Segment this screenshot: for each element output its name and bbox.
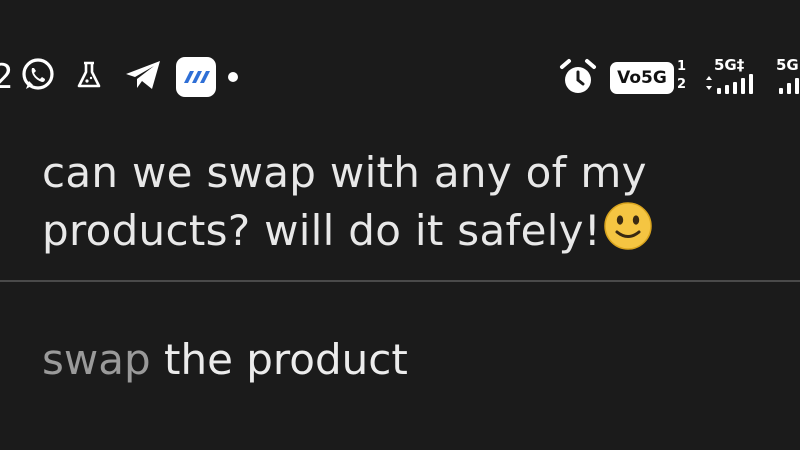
compose-input[interactable]: swap the product: [42, 333, 408, 387]
notification-icons: 2: [0, 48, 238, 106]
message-line-1: can we swap with any of my: [42, 148, 647, 197]
alarm-icon: [558, 58, 598, 102]
system-status-icons: Vo5G 1 2 5G‡ 5G: [556, 48, 800, 106]
notification-count: 2: [0, 57, 14, 97]
volte-badge: Vo5G: [610, 62, 674, 94]
message-line-2-row: products? will do it safely!: [42, 201, 762, 265]
flask-icon: [76, 60, 102, 94]
sim-1-label: 1: [677, 59, 687, 74]
telegram-icon: [124, 59, 162, 95]
compose-rest-text: the product: [150, 335, 408, 384]
app-icon: [175, 57, 216, 97]
sim-indicator: 1 2: [677, 58, 686, 94]
status-bar: 2 Vo5G 1 2 5G‡ 5G: [0, 48, 800, 106]
network-type-2: 5G: [776, 56, 799, 74]
message-line-2: products? will do it safely!: [42, 206, 601, 255]
compose-first-word: swap: [42, 335, 151, 384]
signal-strength-1-icon: [704, 74, 764, 100]
network-type-1: 5G‡: [714, 56, 745, 74]
more-dot-icon: [227, 72, 238, 82]
signal-strength-2-icon: [776, 74, 800, 100]
divider: [0, 280, 800, 282]
whatsapp-icon: [20, 57, 56, 97]
sim-2-label: 2: [677, 77, 687, 92]
message-text: can we swap with any of my products? wil…: [42, 144, 762, 265]
smiling-face-emoji-icon: [603, 201, 653, 265]
